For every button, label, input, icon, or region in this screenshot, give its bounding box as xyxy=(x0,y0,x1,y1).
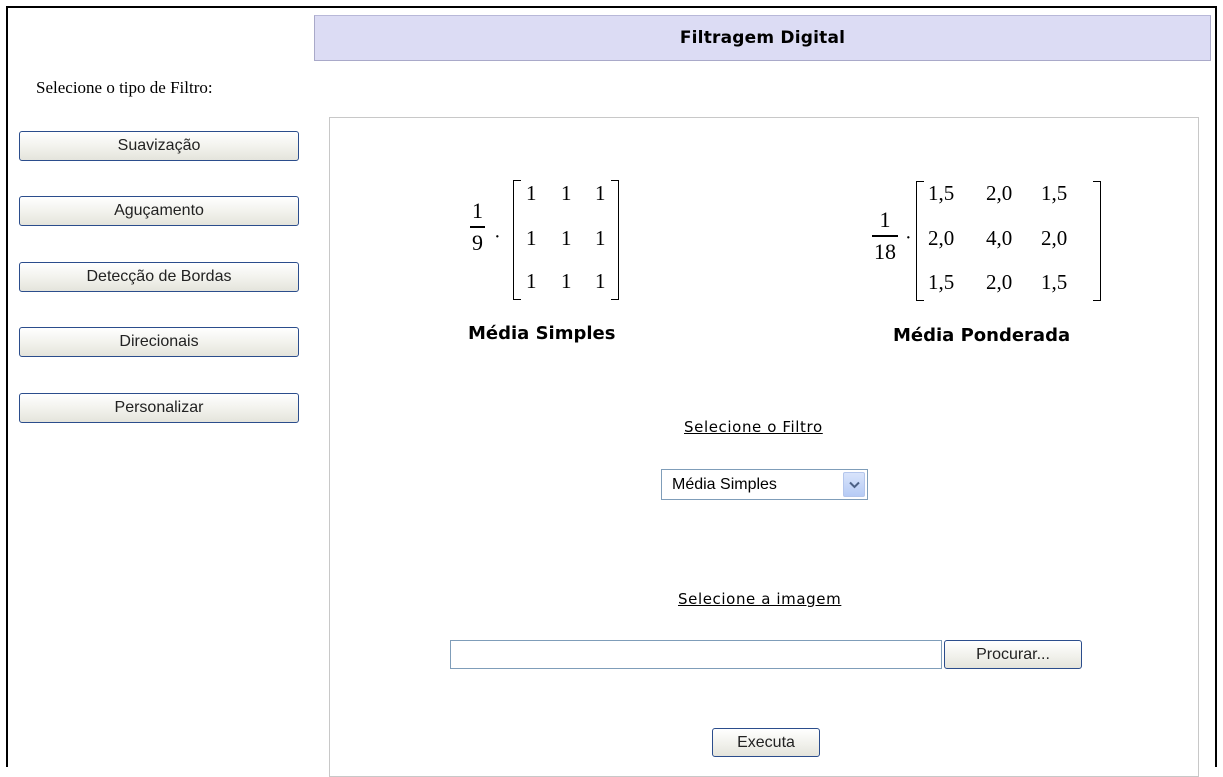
simple-mean-cell: 1 xyxy=(561,269,572,293)
weighted-mean-cell: 4,0 xyxy=(986,226,1013,250)
simple-mean-caption: Média Simples xyxy=(468,323,616,344)
directional-button[interactable]: Direcionais xyxy=(19,327,299,357)
weighted-mean-cell: 2,0 xyxy=(986,181,1013,205)
execute-button[interactable]: Executa xyxy=(712,728,820,757)
simple-mean-multiply: · xyxy=(494,226,501,248)
filter-select-value: Média Simples xyxy=(672,475,777,493)
filter-select[interactable]: Média Simples xyxy=(661,469,868,500)
weighted-mean-factor: 1 18 xyxy=(872,209,898,263)
weighted-mean-factor-numerator: 1 xyxy=(879,207,891,232)
weighted-mean-right-bracket xyxy=(1093,181,1101,301)
simple-mean-left-bracket xyxy=(513,180,521,300)
weighted-mean-caption: Média Ponderada xyxy=(893,325,1071,346)
simple-mean-factor: 1 9 xyxy=(470,200,485,254)
image-path-input[interactable] xyxy=(450,640,942,669)
sharpening-button[interactable]: Aguçamento xyxy=(19,196,299,226)
weighted-mean-cell: 2,0 xyxy=(986,270,1013,294)
filter-panel xyxy=(329,117,1199,777)
filter-type-prompt: Selecione o tipo de Filtro: xyxy=(36,78,213,97)
weighted-mean-cell: 2,0 xyxy=(928,226,955,250)
filter-select-label: Selecione o Filtro xyxy=(684,418,823,436)
weighted-mean-cell: 1,5 xyxy=(928,181,955,205)
weighted-mean-factor-denominator: 18 xyxy=(874,239,896,264)
simple-mean-cell: 1 xyxy=(526,269,537,293)
customize-button[interactable]: Personalizar xyxy=(19,393,299,423)
simple-mean-cell: 1 xyxy=(526,226,537,250)
simple-mean-right-bracket xyxy=(611,180,619,300)
simple-mean-cell: 1 xyxy=(595,269,606,293)
simple-mean-factor-numerator: 1 xyxy=(472,198,483,223)
page-title-bar: Filtragem Digital xyxy=(314,15,1211,61)
browse-button[interactable]: Procurar... xyxy=(944,640,1082,669)
smoothing-button[interactable]: Suavização xyxy=(19,131,299,161)
edge-detection-button[interactable]: Detecção de Bordas xyxy=(19,262,299,292)
simple-mean-cell: 1 xyxy=(595,181,606,205)
simple-mean-cell: 1 xyxy=(561,226,572,250)
weighted-mean-cell: 1,5 xyxy=(1041,181,1068,205)
simple-mean-cell: 1 xyxy=(526,181,537,205)
page-title: Filtragem Digital xyxy=(679,28,846,48)
weighted-mean-cell: 2,0 xyxy=(1041,226,1068,250)
weighted-mean-multiply: · xyxy=(905,227,912,249)
weighted-mean-cell: 1,5 xyxy=(928,270,955,294)
weighted-mean-cell: 1,5 xyxy=(1041,270,1068,294)
simple-mean-factor-denominator: 9 xyxy=(472,230,483,255)
simple-mean-cell: 1 xyxy=(595,226,606,250)
chevron-down-icon[interactable] xyxy=(843,472,865,497)
image-select-label: Selecione a imagem xyxy=(678,590,842,608)
weighted-mean-left-bracket xyxy=(916,181,924,301)
simple-mean-cell: 1 xyxy=(561,181,572,205)
